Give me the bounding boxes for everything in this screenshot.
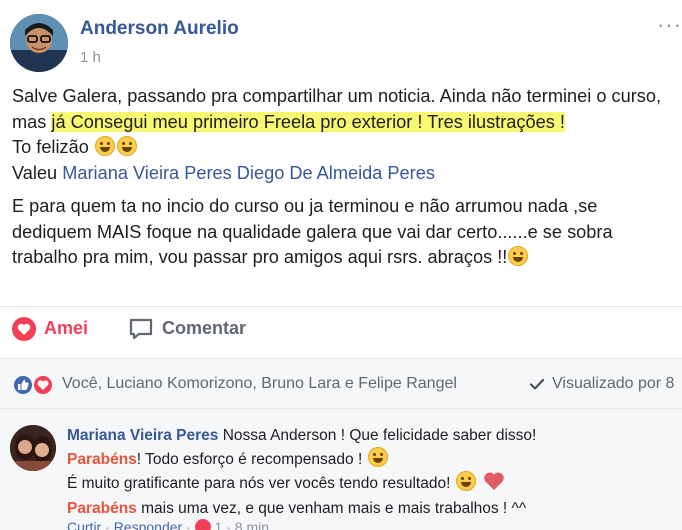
- highlighted-text: já Consegui meu primeiro Freela pro exte…: [51, 111, 565, 132]
- mention-link[interactable]: Diego De Almeida Peres: [237, 163, 435, 183]
- author-name[interactable]: Anderson Aurelio: [80, 18, 239, 40]
- heart-icon: [12, 317, 36, 341]
- comment-text: Nossa Anderson ! Que felicidade saber di…: [222, 427, 537, 444]
- comment-item: Mariana Vieira Peres Nossa Anderson ! Qu…: [0, 408, 682, 530]
- post-text: To felizão: [12, 137, 89, 157]
- commenter-name[interactable]: Mariana Vieira Peres: [67, 427, 218, 444]
- comment-bubble-icon: [129, 318, 153, 340]
- comment-line: É muito gratificante para nós ver vocês …: [67, 471, 667, 498]
- comment-reply-button[interactable]: Responder: [114, 519, 183, 530]
- comment-footer: Curtir · Responder · 1 · 8 min: [67, 519, 269, 530]
- action-bar: Amei Comentar: [0, 306, 682, 350]
- comment-like-button[interactable]: Curtir: [67, 519, 101, 530]
- comment-timestamp[interactable]: 8 min: [235, 519, 269, 530]
- mention-link[interactable]: Mariana Vieira Peres: [62, 163, 232, 183]
- reaction-icons[interactable]: [12, 374, 58, 396]
- comment-body: Mariana Vieira Peres Nossa Anderson ! Qu…: [67, 425, 667, 520]
- checkmark-icon: [529, 378, 545, 390]
- grin-emoji-icon: [94, 136, 115, 156]
- post-paragraph-1: Salve Galera, passando pra compartilhar …: [12, 84, 680, 186]
- laugh-emoji-icon: [455, 471, 476, 491]
- post-paragraph-2: E para quem ta no incio do curso ou ja t…: [12, 194, 680, 271]
- love-icon: [32, 374, 54, 396]
- laugh-emoji-icon: [508, 246, 529, 266]
- tag-text: Parabéns: [67, 500, 137, 517]
- comment-text: É muito gratificante para nós ver vocês …: [67, 475, 451, 492]
- like-icon: [12, 374, 34, 396]
- love-label: Amei: [44, 318, 89, 338]
- comment-reaction-count[interactable]: 1: [215, 519, 223, 530]
- grin-emoji-icon: [116, 136, 137, 156]
- more-options-icon[interactable]: ···: [657, 12, 682, 38]
- comment-label: Comentar: [162, 318, 247, 338]
- commenter-avatar[interactable]: [10, 425, 56, 471]
- red-heart-icon: [483, 471, 505, 498]
- post-timestamp[interactable]: 1 h: [80, 49, 101, 66]
- seen-by-label: Visualizado por 8: [552, 375, 675, 392]
- comment-line: Parabéns mais uma vez, e que venham mais…: [67, 498, 667, 520]
- laugh-emoji-icon: [367, 447, 388, 467]
- comment-line: Mariana Vieira Peres Nossa Anderson ! Qu…: [67, 425, 667, 447]
- comment-text: mais uma vez, e que venham mais e mais t…: [136, 500, 527, 517]
- comment-line: Parabéns! Todo esforço é recompensado !: [67, 447, 667, 471]
- author-avatar[interactable]: [10, 14, 68, 72]
- post-body: Salve Galera, passando pra compartilhar …: [12, 84, 680, 271]
- love-icon: [194, 519, 211, 530]
- reaction-names[interactable]: Você, Luciano Komorizono, Bruno Lara e F…: [62, 375, 457, 393]
- post-text: Valeu: [12, 162, 63, 183]
- comment-text: ! Todo esforço é recompensado !: [136, 451, 363, 468]
- reactions-summary: Você, Luciano Komorizono, Bruno Lara e F…: [0, 358, 682, 408]
- tag-text: Parabéns: [67, 451, 137, 468]
- post-header: Anderson Aurelio 1 h ···: [0, 0, 682, 80]
